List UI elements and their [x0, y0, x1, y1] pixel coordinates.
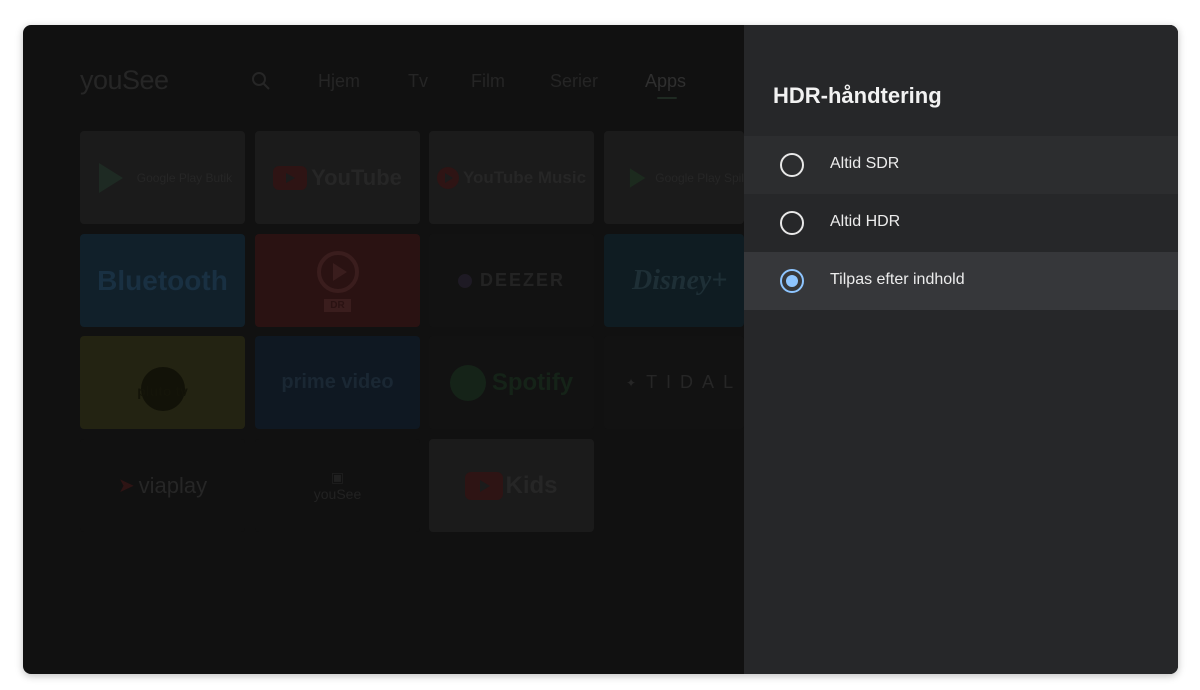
nav-active-indicator	[657, 97, 677, 99]
search-icon[interactable]	[251, 71, 271, 96]
app-tile-youtube-music[interactable]: YouTube Music	[429, 131, 594, 224]
option-label: Altid HDR	[830, 213, 901, 230]
panel-title: HDR-håndtering	[773, 83, 942, 108]
app-tile-viaplay[interactable]: ➤ viaplay	[80, 439, 245, 532]
youtube-kids-icon	[465, 471, 504, 500]
app-tile-tidal[interactable]: ✦ TIDAL	[604, 336, 744, 429]
youtube-music-icon	[436, 166, 459, 189]
option-label: Altid SDR	[830, 155, 900, 172]
app-tile-yousee[interactable]: ▣ youSee	[255, 439, 420, 532]
app-tile-youtube[interactable]: YouTube	[255, 131, 420, 224]
radio-unchecked-icon	[780, 211, 804, 235]
hdr-options-list: Altid SDR Altid HDR Tilpas efter indhold	[744, 136, 1178, 310]
app-tile-deezer[interactable]: DEEZER	[429, 234, 594, 327]
youtube-icon	[273, 165, 308, 190]
app-tile-dr[interactable]: DR	[255, 234, 420, 327]
google-play-icon	[98, 162, 123, 193]
hdr-settings-panel: HDR-håndtering Altid SDR Altid HDR Tilpa…	[744, 25, 1178, 674]
dr-tv-icon	[316, 251, 359, 293]
radio-checked-icon	[780, 269, 804, 293]
nav-hjem[interactable]: Hjem	[318, 71, 360, 92]
app-tile-spotify[interactable]: Spotify	[429, 336, 594, 429]
spotify-icon	[449, 364, 486, 401]
tv-screen: youSee Hjem Tv Film Serier Apps Google P…	[23, 25, 1178, 674]
nav-apps[interactable]: Apps	[645, 71, 686, 92]
google-play-icon	[629, 167, 646, 188]
radio-unchecked-icon	[780, 153, 804, 177]
app-tile-disney-plus[interactable]: Disney+	[604, 234, 744, 327]
app-tile-google-play-butik[interactable]: Google Play Butik	[80, 131, 245, 224]
viaplay-icon: ➤	[117, 475, 135, 497]
app-tile-youtube-kids[interactable]: Kids	[429, 439, 594, 532]
dimmed-home-screen: youSee Hjem Tv Film Serier Apps Google P…	[23, 25, 744, 674]
app-tile-bluetooth[interactable]: Bluetooth	[80, 234, 245, 327]
app-tile-pluto-tv[interactable]: pluto tv	[80, 336, 245, 429]
option-altid-sdr[interactable]: Altid SDR	[744, 136, 1178, 194]
app-tile-prime-video[interactable]: prime video	[255, 336, 420, 429]
app-tile-google-play-spil[interactable]: Google Play Spil	[604, 131, 744, 224]
option-tilpas-efter-indhold[interactable]: Tilpas efter indhold	[744, 252, 1178, 310]
deezer-icon	[457, 273, 472, 288]
nav-serier[interactable]: Serier	[550, 71, 598, 92]
tidal-icon: ✦	[626, 375, 637, 390]
option-label: Tilpas efter indhold	[830, 271, 965, 288]
yousee-logo: youSee	[80, 65, 169, 95]
option-altid-hdr[interactable]: Altid HDR	[744, 194, 1178, 252]
yousee-icon: ▣	[330, 469, 345, 485]
nav-film[interactable]: Film	[471, 71, 505, 92]
nav-tv[interactable]: Tv	[408, 71, 428, 92]
